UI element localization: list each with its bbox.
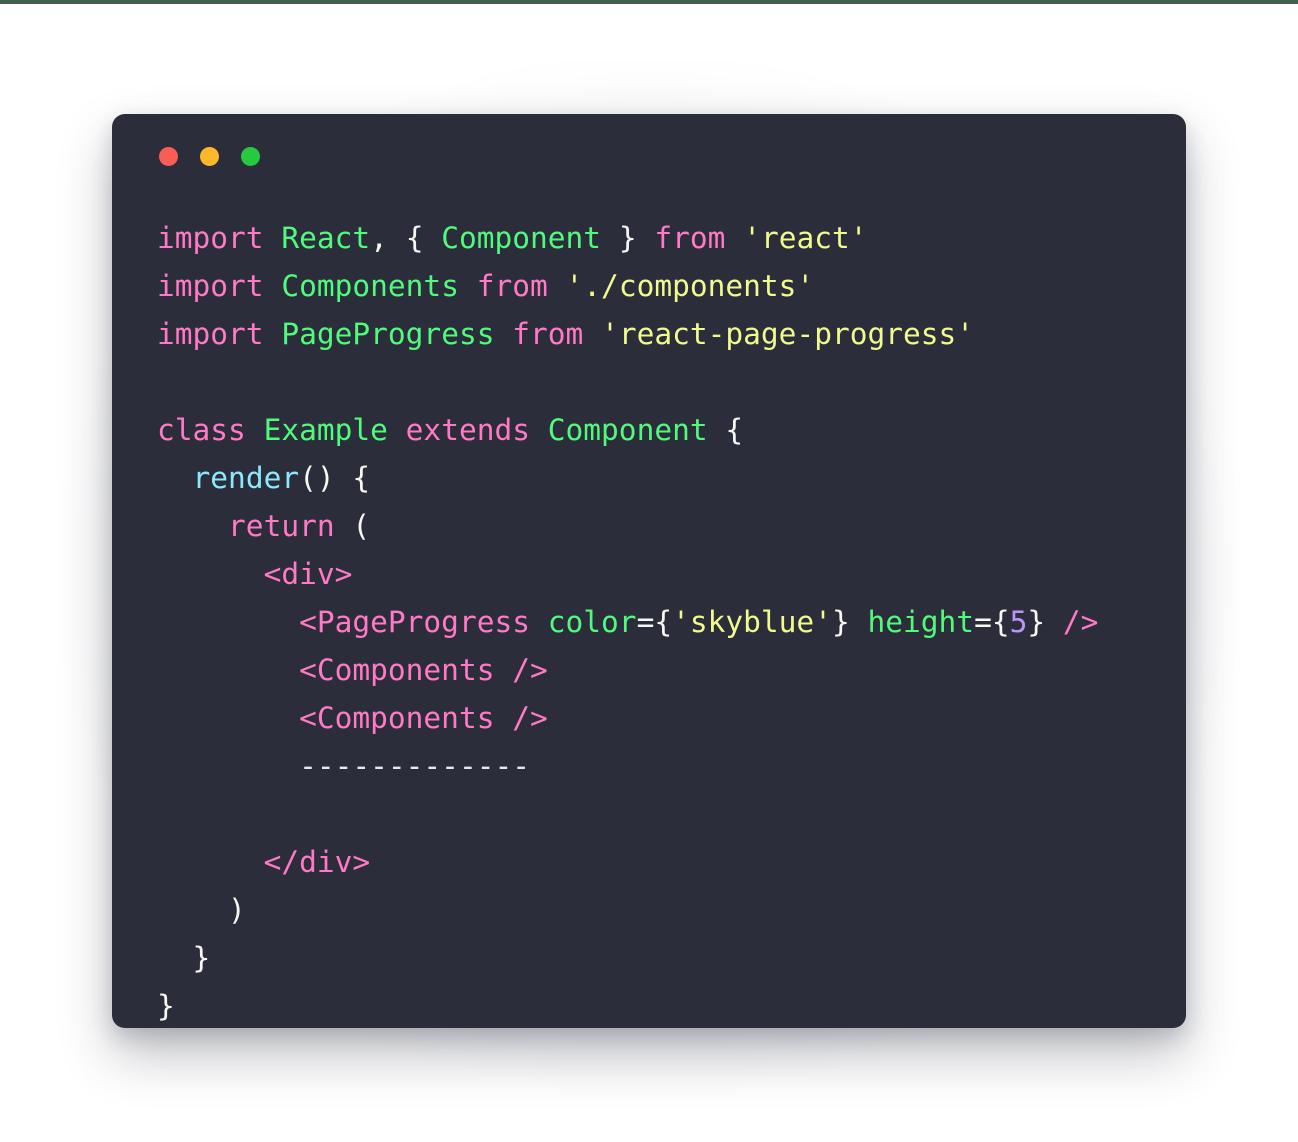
code-token-punctuation — [157, 845, 264, 879]
code-token-identifier: Component — [547, 413, 708, 447]
close-window-button[interactable] — [159, 147, 178, 166]
code-token-punctuation — [850, 605, 868, 639]
code-token-punctuation — [264, 269, 282, 303]
code-token-punctuation: () { — [299, 461, 371, 495]
code-token-punctuation: { — [707, 413, 744, 447]
code-token-punctuation — [637, 221, 655, 255]
code-token-keyword: from — [512, 317, 584, 351]
code-token-number: 5 — [1009, 605, 1028, 639]
code-token-punctuation — [157, 461, 193, 495]
code-token-punctuation: } — [1027, 605, 1046, 639]
code-token-punctuation: } — [831, 605, 850, 639]
code-token-keyword: </div> — [263, 845, 371, 879]
code-token-punctuation — [494, 653, 512, 687]
code-token-punctuation: , — [370, 221, 406, 255]
code-line: <PageProgress color={'skyblue'} height={… — [157, 598, 1174, 646]
code-token-identifier: height — [867, 605, 975, 639]
code-token-punctuation — [157, 749, 299, 783]
code-token-punctuation — [246, 413, 264, 447]
code-token-punctuation — [459, 269, 477, 303]
code-token-punctuation — [157, 701, 299, 735]
code-token-keyword: class — [157, 413, 246, 447]
code-token-punctuation: ={ — [636, 605, 673, 639]
code-token-separator: ------------- — [299, 749, 530, 783]
code-token-punctuation: { — [405, 221, 424, 255]
code-token-punctuation: ( — [334, 509, 371, 543]
code-token-keyword: <Components — [299, 701, 495, 735]
code-token-keyword: from — [654, 221, 726, 255]
top-accent-strip — [0, 0, 1298, 4]
code-token-punctuation — [601, 221, 619, 255]
code-line: <Components /> — [157, 694, 1174, 742]
code-line: class Example extends Component { — [157, 406, 1174, 454]
code-token-keyword: import — [157, 221, 264, 255]
code-token-keyword: /> — [1062, 605, 1099, 639]
code-token-string: './components' — [565, 269, 815, 303]
code-token-punctuation — [264, 221, 282, 255]
code-token-punctuation — [157, 653, 299, 687]
code-body: import React, { Component } from 'react'… — [157, 214, 1174, 1023]
code-line: ------------- — [157, 742, 1174, 790]
code-token-punctuation: ) — [157, 893, 246, 927]
code-line: </div> — [157, 838, 1174, 886]
code-token-keyword: from — [476, 269, 548, 303]
code-token-string: 'react' — [743, 221, 868, 255]
code-token-punctuation — [157, 605, 299, 639]
code-token-keyword: return — [228, 509, 335, 543]
code-token-punctuation — [423, 221, 441, 255]
code-line: import Components from './components' — [157, 262, 1174, 310]
code-token-punctuation — [548, 269, 566, 303]
code-token-string: 'skyblue' — [672, 605, 832, 639]
code-line: import PageProgress from 'react-page-pro… — [157, 310, 1174, 358]
code-line: } — [157, 934, 1174, 982]
code-token-punctuation — [583, 317, 601, 351]
code-token-function: render — [192, 461, 300, 495]
minimize-window-button[interactable] — [200, 147, 219, 166]
code-token-punctuation — [157, 557, 264, 591]
code-token-punctuation — [1045, 605, 1063, 639]
code-token-keyword: import — [157, 269, 264, 303]
code-line: return ( — [157, 502, 1174, 550]
code-block[interactable]: import React, { Component } from 'react'… — [157, 214, 1174, 1028]
code-token-keyword: <div> — [263, 557, 353, 591]
code-token-keyword: import — [157, 317, 264, 351]
code-line: <Components /> — [157, 646, 1174, 694]
code-token-punctuation — [494, 317, 512, 351]
code-line: render() { — [157, 454, 1174, 502]
code-token-keyword: /> — [512, 653, 548, 687]
code-token-identifier: React — [281, 221, 371, 255]
code-token-punctuation — [725, 221, 743, 255]
code-token-string: 'react-page-progress' — [601, 317, 975, 351]
code-token-identifier: color — [547, 605, 637, 639]
code-token-punctuation: } — [157, 989, 175, 1023]
window-controls — [159, 147, 260, 166]
code-line: ) — [157, 886, 1174, 934]
code-token-identifier: PageProgress — [281, 317, 495, 351]
code-line: import React, { Component } from 'react' — [157, 214, 1174, 262]
code-token-punctuation — [264, 317, 282, 351]
code-token-keyword: /> — [512, 701, 548, 735]
code-line: } — [157, 982, 1174, 1028]
code-token-keyword: <Components — [299, 653, 495, 687]
code-token-punctuation — [388, 413, 406, 447]
code-token-keyword: <PageProgress — [299, 605, 530, 639]
code-token-punctuation — [530, 413, 548, 447]
maximize-window-button[interactable] — [241, 147, 260, 166]
code-token-punctuation: ={ — [974, 605, 1010, 639]
code-line: <div> — [157, 550, 1174, 598]
code-token-keyword: extends — [405, 413, 530, 447]
code-token-punctuation: } — [618, 221, 637, 255]
code-token-punctuation: } — [157, 941, 211, 975]
code-token-identifier: Component — [441, 221, 602, 255]
code-window: import React, { Component } from 'react'… — [112, 114, 1186, 1028]
code-token-identifier: Example — [263, 413, 388, 447]
code-token-identifier: Components — [281, 269, 459, 303]
code-token-punctuation — [530, 605, 548, 639]
code-token-punctuation — [494, 701, 512, 735]
code-token-punctuation — [157, 509, 228, 543]
